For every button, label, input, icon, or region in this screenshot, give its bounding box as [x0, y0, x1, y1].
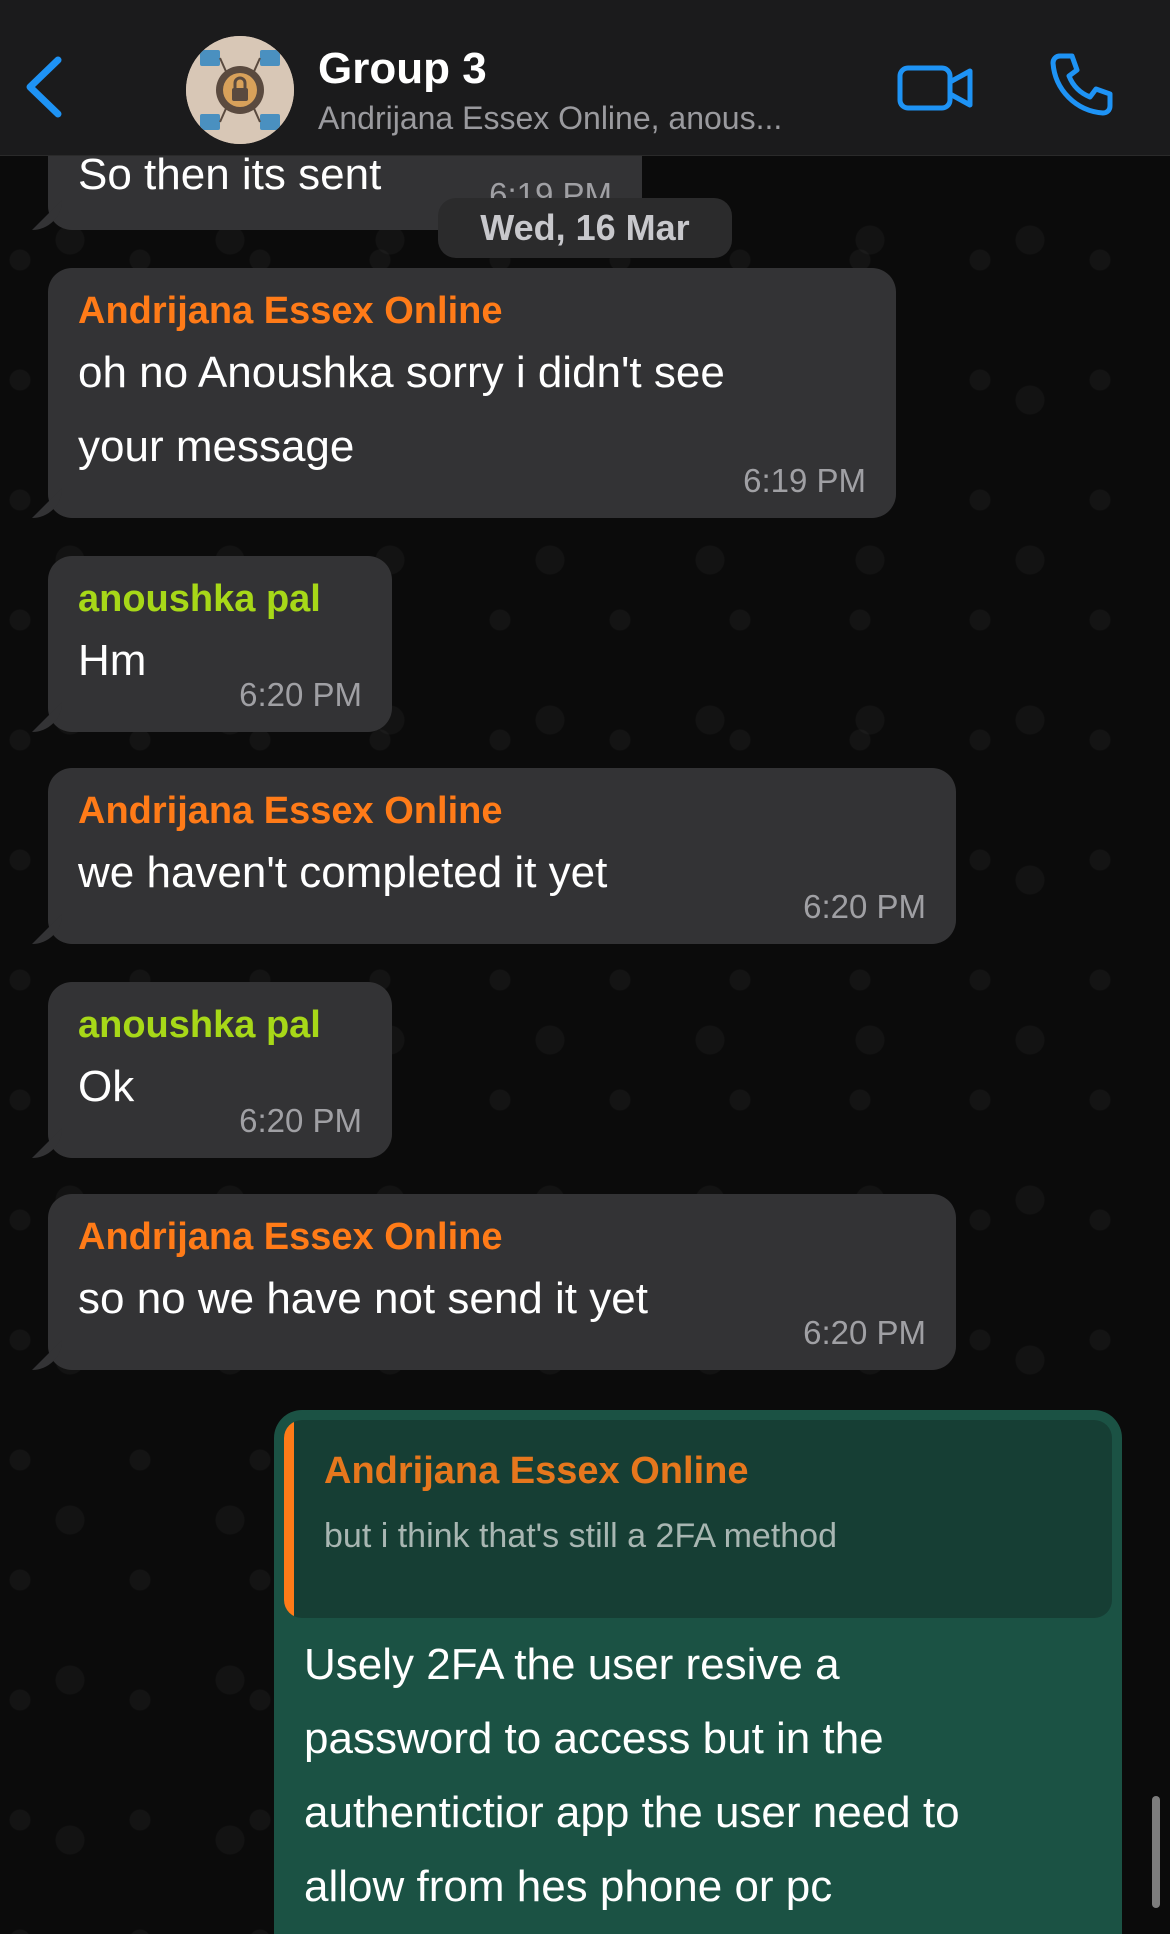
sender-name: Andrijana Essex Online	[78, 1216, 503, 1258]
scrollbar[interactable]	[1152, 1796, 1160, 1908]
chat-title[interactable]: Group 3	[318, 44, 487, 94]
message-text: so no we have not send it yet	[78, 1273, 648, 1323]
message-bubble[interactable]: Andrijana Essex Online oh no Anoushka so…	[48, 268, 896, 518]
own-text-line-3: authentictior app the user need to	[304, 1788, 960, 1837]
message-bubble[interactable]: Andrijana Essex Online so no we have not…	[48, 1194, 956, 1370]
video-camera-icon	[897, 65, 973, 111]
message-time: 6:20 PM	[803, 1314, 926, 1351]
voice-call-button[interactable]	[1046, 50, 1116, 120]
message-time: 6:20 PM	[803, 888, 926, 925]
back-button[interactable]	[18, 52, 78, 122]
video-call-button[interactable]	[896, 58, 976, 118]
own-text-line-1: Usely 2FA the user resive a	[304, 1640, 840, 1689]
message-time: 6:20 PM	[239, 1102, 362, 1139]
chat-participants[interactable]: Andrijana Essex Online, anous...	[318, 100, 858, 137]
own-message-text: Usely 2FA the user resive a password to …	[284, 1618, 1112, 1924]
sender-name: anoushka pal	[78, 578, 321, 620]
message-time: 6:20 PM	[239, 676, 362, 713]
message-text-line-1: oh no Anoushka sorry i didn't see	[78, 347, 725, 397]
own-text-line-4: allow from hes phone or pc	[304, 1862, 833, 1911]
message-text: we haven't completed it yet	[78, 847, 608, 897]
quoted-message[interactable]: Andrijana Essex Online but i think that'…	[284, 1420, 1112, 1618]
date-separator: Wed, 16 Mar	[438, 198, 732, 258]
chat-header: Group 3 Andrijana Essex Online, anous...	[0, 0, 1170, 156]
message-bubble[interactable]: anoushka pal Hm 6:20 PM	[48, 556, 392, 732]
sender-name: anoushka pal	[78, 1004, 321, 1046]
group-avatar[interactable]	[186, 36, 294, 144]
quote-accent-bar	[284, 1420, 294, 1618]
message-time: 6:19 PM	[743, 462, 866, 499]
own-message-bubble[interactable]: Andrijana Essex Online but i think that'…	[274, 1410, 1122, 1934]
message-bubble[interactable]: anoushka pal Ok 6:20 PM	[48, 982, 392, 1158]
message-bubble[interactable]: Andrijana Essex Online we haven't comple…	[48, 768, 956, 944]
sender-name: Andrijana Essex Online	[78, 290, 503, 332]
quoted-text: but i think that's still a 2FA method	[324, 1517, 837, 1555]
own-text-line-2: password to access but in the	[304, 1714, 884, 1763]
chevron-left-icon	[26, 56, 62, 118]
sender-name: Andrijana Essex Online	[78, 790, 503, 832]
quoted-sender-name: Andrijana Essex Online	[324, 1450, 749, 1492]
phone-icon	[1050, 53, 1113, 116]
security-lock-icon	[186, 36, 294, 144]
